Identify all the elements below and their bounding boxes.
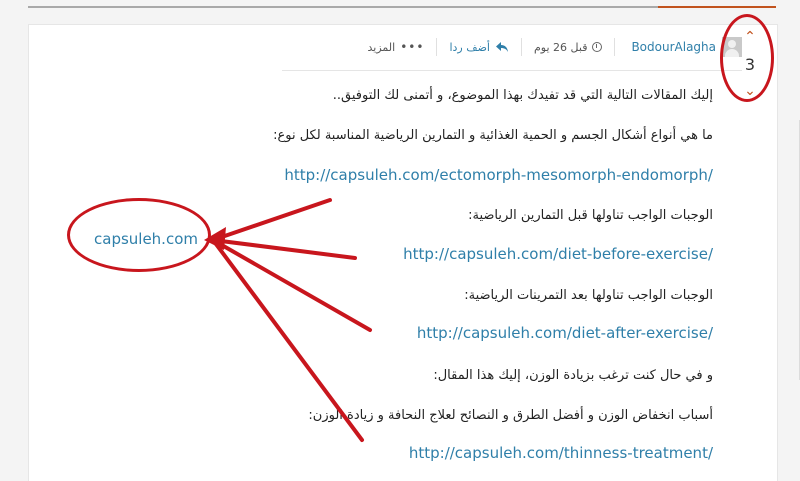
arrow-line bbox=[211, 198, 332, 242]
arrow-line bbox=[211, 238, 364, 442]
arrowhead bbox=[204, 227, 226, 250]
arrow-line bbox=[211, 238, 357, 260]
annotation-arrows bbox=[204, 198, 372, 442]
arrow-line bbox=[211, 238, 372, 332]
